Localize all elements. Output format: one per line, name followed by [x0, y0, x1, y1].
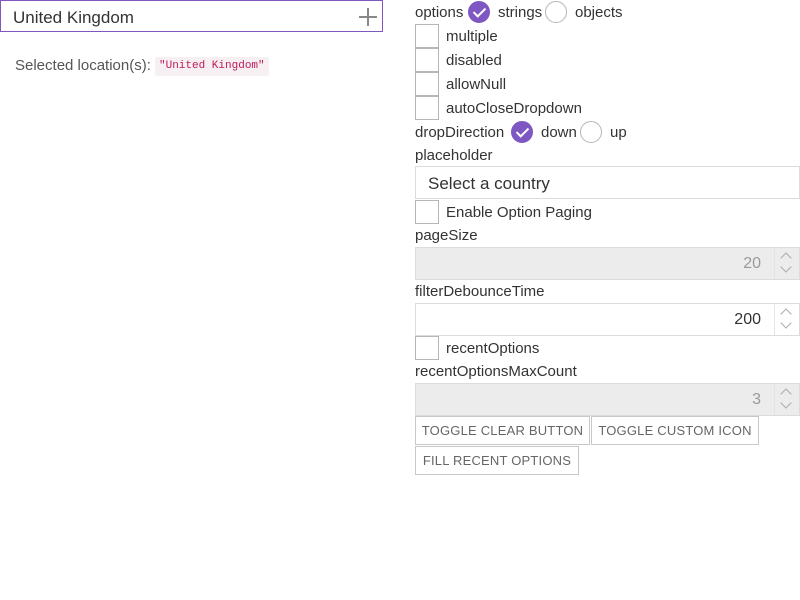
drop-direction-down-label[interactable]: down — [541, 124, 577, 141]
multiple-checkbox[interactable] — [415, 24, 439, 48]
enable-option-paging-label[interactable]: Enable Option Paging — [446, 204, 592, 221]
recent-options-max-count-input[interactable]: 3 — [415, 383, 800, 416]
placeholder-input[interactable]: Select a country — [415, 166, 800, 199]
drop-direction-up-label[interactable]: up — [610, 124, 627, 141]
selected-locations-label: Selected location(s): — [15, 57, 151, 74]
selected-location-badge: "United Kingdom" — [155, 57, 269, 76]
country-combobox[interactable]: United Kingdom — [0, 0, 383, 32]
auto-close-dropdown-checkbox[interactable] — [415, 96, 439, 120]
filter-debounce-time-value[interactable]: 200 — [734, 311, 761, 329]
filter-debounce-time-label: filterDebounceTime — [415, 283, 545, 300]
allow-null-checkbox[interactable] — [415, 72, 439, 96]
multiple-label[interactable]: multiple — [446, 28, 498, 45]
enable-option-paging-checkbox[interactable] — [415, 200, 439, 224]
filter-debounce-time-spinner[interactable] — [774, 304, 799, 335]
chevron-down-icon[interactable] — [780, 317, 792, 329]
recent-options-label[interactable]: recentOptions — [446, 340, 539, 357]
options-objects-radio[interactable] — [545, 1, 567, 23]
chevron-down-icon[interactable] — [780, 261, 792, 273]
options-strings-radio[interactable] — [468, 1, 490, 23]
toggle-custom-icon-button[interactable]: TOGGLE CUSTOM ICON — [591, 416, 759, 445]
page-size-spinner[interactable] — [774, 248, 799, 279]
options-strings-label[interactable]: strings — [498, 4, 542, 21]
drop-direction-label: dropDirection — [415, 124, 505, 141]
placeholder-input-value[interactable]: Select a country — [428, 174, 550, 194]
disabled-checkbox[interactable] — [415, 48, 439, 72]
page-size-value: 20 — [743, 255, 761, 272]
options-objects-label[interactable]: objects — [575, 4, 623, 21]
disabled-label[interactable]: disabled — [446, 52, 502, 69]
toggle-clear-button[interactable]: TOGGLE CLEAR BUTTON — [415, 416, 590, 445]
page-size-input[interactable]: 20 — [415, 247, 800, 280]
drop-direction-down-radio[interactable] — [511, 121, 533, 143]
page-size-label: pageSize — [415, 227, 478, 244]
auto-close-dropdown-label[interactable]: autoCloseDropdown — [446, 100, 582, 117]
options-label: options — [415, 4, 464, 21]
drop-direction-up-radio[interactable] — [580, 121, 602, 143]
chevron-down-icon[interactable] — [780, 397, 792, 409]
recent-options-max-count-value: 3 — [752, 391, 761, 408]
fill-recent-options-button[interactable]: FILL RECENT OPTIONS — [415, 446, 579, 475]
recent-options-max-count-label: recentOptionsMaxCount — [415, 363, 577, 380]
recent-options-max-count-spinner[interactable] — [774, 384, 799, 415]
placeholder-label: placeholder — [415, 147, 493, 164]
combobox-value[interactable]: United Kingdom — [13, 8, 134, 28]
recent-options-checkbox[interactable] — [415, 336, 439, 360]
allow-null-label[interactable]: allowNull — [446, 76, 506, 93]
plus-icon[interactable] — [359, 8, 377, 26]
filter-debounce-time-input[interactable]: 200 — [415, 303, 800, 336]
